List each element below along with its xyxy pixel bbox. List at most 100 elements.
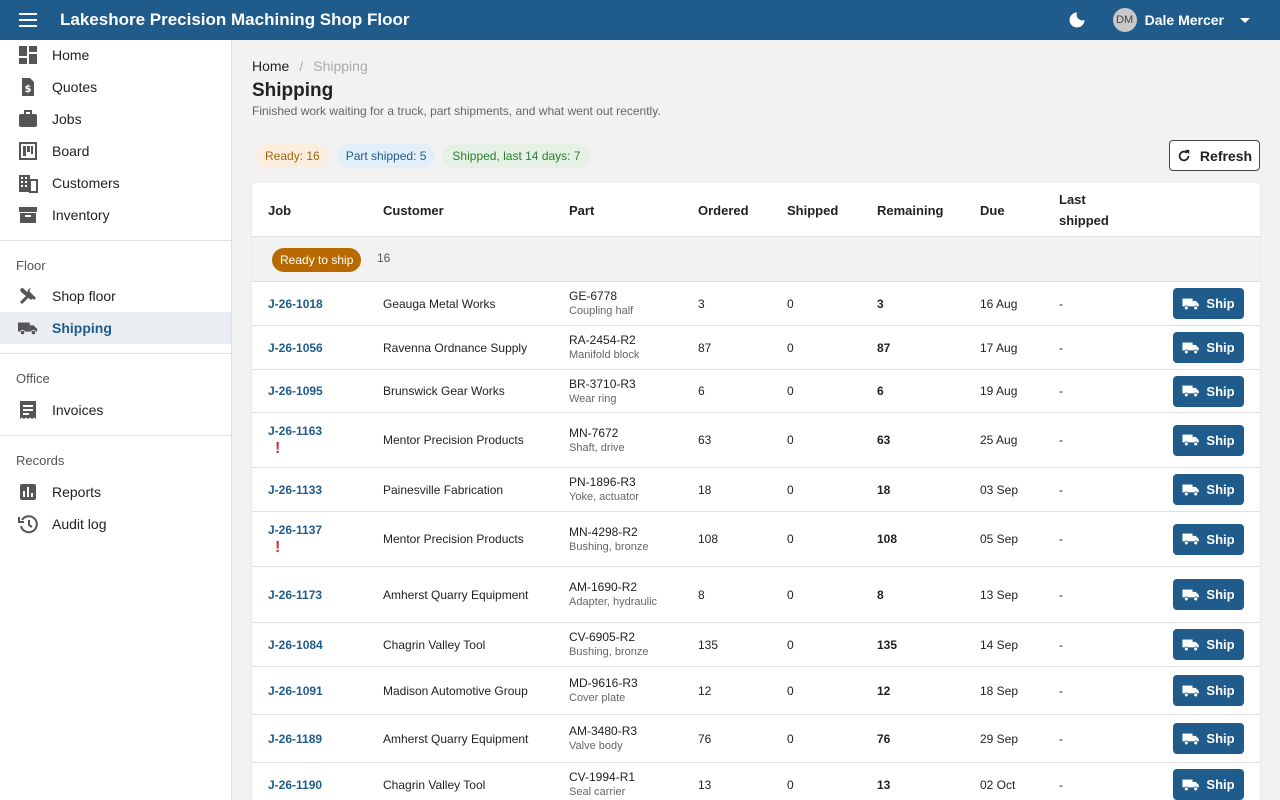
sidebar-item-board[interactable]: Board xyxy=(0,135,231,167)
ordered-cell: 3 xyxy=(698,296,705,311)
last-shipped-cell: - xyxy=(1059,587,1063,602)
breadcrumb-current: Shipping xyxy=(313,58,368,74)
section-heading-floor: Floor xyxy=(16,257,46,273)
customer-name: Brunswick Gear Works xyxy=(383,384,505,398)
ship-button[interactable]: Ship xyxy=(1173,579,1244,610)
divider xyxy=(0,435,231,436)
job-link[interactable]: J-26-1018 xyxy=(268,297,323,311)
shipped-cell: 0 xyxy=(787,433,794,447)
customer-name: Amherst Quarry Equipment xyxy=(383,731,529,746)
ship-button[interactable]: Ship xyxy=(1173,629,1244,660)
part-description: Manifold block xyxy=(569,349,640,361)
job-link[interactable]: J-26-1084 xyxy=(268,638,323,652)
breadcrumb-home[interactable]: Home xyxy=(252,58,289,74)
sidebar-item-label: Shipping xyxy=(52,320,112,336)
ship-button[interactable]: Ship xyxy=(1173,424,1244,456)
ship-button[interactable]: Ship xyxy=(1173,723,1244,754)
ship-button[interactable]: Ship xyxy=(1173,769,1244,800)
job-link[interactable]: J-26-1190 xyxy=(268,778,322,792)
summary-chips: Ready: 16 Part shipped: 5 Shipped, last … xyxy=(256,144,590,168)
part-number: MN-7672 xyxy=(569,425,619,440)
menu-button[interactable] xyxy=(0,0,64,40)
due-cell: 25 Aug xyxy=(980,433,1018,447)
part-cell: AM-1690-R2 Adapter, hydraulic xyxy=(569,567,659,622)
reports-icon xyxy=(18,482,38,502)
part-number: AM-3480-R3 xyxy=(569,724,638,738)
column-header-due[interactable]: Due xyxy=(980,183,1005,237)
job-link[interactable]: J-26-1133 xyxy=(268,483,322,497)
customer-cell: Mentor Precision Products xyxy=(383,413,533,467)
column-header-part[interactable]: Part xyxy=(569,183,594,237)
ship-cell: Ship xyxy=(1173,468,1244,511)
ordered-cell: 63 xyxy=(698,433,712,447)
last-shipped-cell: - xyxy=(1059,637,1063,652)
shipping-table: Job Customer Part Ordered Shipped Remain… xyxy=(252,183,1260,800)
shipped-cell: 0 xyxy=(787,637,794,652)
job-cell: J-26-1189 xyxy=(268,715,322,762)
dark-mode-toggle[interactable] xyxy=(1065,8,1089,32)
sidebar-item-label: Shop floor xyxy=(52,288,116,304)
ship-button[interactable]: Ship xyxy=(1173,288,1244,319)
sidebar-item-audit-log[interactable]: Audit log xyxy=(0,508,231,540)
sidebar-item-invoices[interactable]: Invoices xyxy=(0,394,231,426)
ship-button[interactable]: Ship xyxy=(1173,675,1244,706)
part-number: CV-6905-R2 xyxy=(569,630,636,644)
part-cell: MN-7672 Shaft, drive xyxy=(569,413,659,467)
job-cell: J-26-1133 xyxy=(268,468,322,511)
ship-button[interactable]: Ship xyxy=(1173,523,1244,555)
sidebar-item-label: Customers xyxy=(52,175,120,191)
job-cell: J-26-1173 xyxy=(268,567,322,622)
board-icon xyxy=(18,141,38,161)
sidebar-item-shop-floor[interactable]: Shop floor xyxy=(0,280,231,312)
ship-button[interactable]: Ship xyxy=(1173,375,1244,407)
refresh-button[interactable]: Refresh xyxy=(1169,140,1260,171)
divider xyxy=(0,353,231,354)
job-link[interactable]: J-26-1163 xyxy=(268,424,322,438)
user-menu[interactable]: DM Dale Mercer xyxy=(1112,8,1250,32)
sidebar-item-home[interactable]: Home xyxy=(0,39,231,71)
remaining-cell: 8 xyxy=(877,587,884,602)
column-header-shipped[interactable]: Shipped xyxy=(787,183,838,237)
page-title: Shipping xyxy=(252,80,334,101)
sidebar-item-shipping[interactable]: Shipping xyxy=(0,312,231,344)
quote-icon: $ xyxy=(18,77,38,97)
history-icon xyxy=(18,514,38,534)
remaining-cell: 12 xyxy=(877,683,891,698)
column-header-job[interactable]: Job xyxy=(268,183,291,237)
section-heading-records: Records xyxy=(16,452,65,468)
customer-cell: Madison Automotive Group xyxy=(383,667,533,714)
column-header-customer[interactable]: Customer xyxy=(383,183,444,237)
sidebar-item-label: Quotes xyxy=(52,79,98,95)
part-description: Bushing, bronze xyxy=(569,646,649,658)
column-header-last-shipped[interactable]: Last shipped xyxy=(1059,183,1119,237)
job-link[interactable]: J-26-1091 xyxy=(268,684,323,698)
ship-button[interactable]: Ship xyxy=(1173,332,1244,363)
column-header-remaining[interactable]: Remaining xyxy=(877,183,943,237)
ordered-cell: 12 xyxy=(698,683,712,698)
part-description: Wear ring xyxy=(569,392,617,405)
table-row: J-26-1018 Geauga Metal Works GE-6778 Coupli… xyxy=(252,282,1260,326)
sidebar-item-jobs[interactable]: Jobs xyxy=(0,103,231,135)
remaining-cell: 3 xyxy=(877,296,884,311)
sidebar-item-customers[interactable]: Customers xyxy=(0,167,231,199)
job-link[interactable]: J-26-1173 xyxy=(268,588,322,602)
ship-button[interactable]: Ship xyxy=(1173,474,1244,505)
job-link[interactable]: J-26-1137 xyxy=(268,523,322,537)
customer-name: Ravenna Ordnance Supply xyxy=(383,340,528,355)
job-link[interactable]: J-26-1095 xyxy=(268,384,323,398)
sidebar-item-reports[interactable]: Reports xyxy=(0,476,231,508)
remaining-cell: 135 xyxy=(877,637,898,652)
part-number: MD-9616-R3 xyxy=(569,676,638,690)
job-link[interactable]: J-26-1056 xyxy=(268,341,323,355)
sidebar-item-quotes[interactable]: $ Quotes xyxy=(0,71,231,103)
part-cell: PN-1896-R3 Yoke, actuator xyxy=(569,468,659,511)
divider xyxy=(0,240,231,241)
sidebar-item-inventory[interactable]: Inventory xyxy=(0,199,231,231)
due-cell: 02 Oct xyxy=(980,777,1016,792)
table-header: Job Customer Part Ordered Shipped Remain… xyxy=(252,183,1260,237)
column-header-ordered[interactable]: Ordered xyxy=(698,183,749,237)
ordered-cell: 6 xyxy=(698,384,705,398)
remaining-cell: 13 xyxy=(877,777,891,792)
due-cell: 14 Sep xyxy=(980,637,1019,652)
job-link[interactable]: J-26-1189 xyxy=(268,732,322,746)
